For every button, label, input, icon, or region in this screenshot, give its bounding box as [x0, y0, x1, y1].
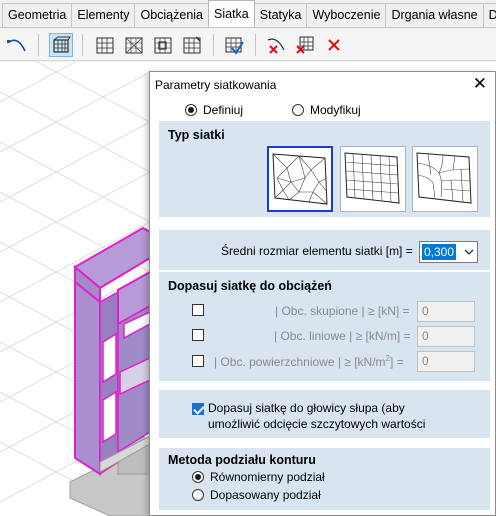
point-load-input[interactable]: 0	[417, 301, 475, 322]
column-head-label-line1: Dopasuj siatkę do głowicy słupa (aby	[208, 401, 405, 415]
radio-uniform[interactable]	[192, 471, 204, 483]
line-load-checkbox[interactable]	[192, 329, 204, 341]
delete-arc-icon[interactable]	[264, 33, 288, 57]
tab-drgania-wlasne[interactable]: Drgania własne	[385, 3, 484, 27]
tab-statyka[interactable]: Statyka	[253, 3, 308, 27]
mode-modify-option[interactable]: Modyfikuj	[292, 103, 361, 117]
mesh-type-triangular[interactable]	[267, 146, 333, 212]
area-load-checkbox[interactable]	[192, 355, 204, 367]
close-button[interactable]: ✕	[473, 74, 487, 94]
mesh-triangular-icon[interactable]	[122, 33, 146, 57]
triangular-mesh-icon	[272, 153, 328, 205]
contour-uniform-option[interactable]: Równomierny podział	[192, 470, 325, 484]
tab-geometria[interactable]: Geometria	[2, 3, 73, 27]
mesh-generate-icon[interactable]	[93, 33, 117, 57]
mesh-type-mixed[interactable]	[412, 146, 478, 212]
column-head-label-line2: umożliwić odcięcie szczytowych wartości	[208, 417, 426, 431]
mesh-refine-icon[interactable]	[151, 33, 175, 57]
ribbon-tabs: Geometria Elementy Obciążenia Siatka Sta…	[0, 0, 496, 28]
tab-siatka[interactable]: Siatka	[208, 0, 255, 27]
radio-adapted[interactable]	[192, 489, 204, 501]
mesh-check-icon[interactable]	[222, 33, 246, 57]
mode-modify-label: Modyfikuj	[310, 103, 361, 117]
element-size-label: Średni rozmiar elementu siatki [m] =	[221, 244, 413, 258]
mesh-parameters-icon[interactable]	[49, 33, 73, 57]
mesh-type-title: Typ siatki	[168, 128, 225, 142]
line-load-input[interactable]: 0	[417, 326, 475, 347]
tab-obciazenia[interactable]: Obciążenia	[134, 3, 210, 27]
quadrilateral-mesh-icon	[344, 152, 400, 204]
element-size-value: 0,300	[422, 244, 457, 260]
mode-define-option[interactable]: Definiuj	[185, 103, 243, 117]
point-load-label: | Obc. skupione | ≥ [kN] =	[275, 304, 410, 318]
contour-adapted-label: Dopasowany podział	[210, 488, 321, 502]
area-load-input[interactable]: 0	[417, 351, 475, 372]
mixed-mesh-icon	[416, 152, 472, 204]
element-size-combo[interactable]: 0,300	[419, 241, 478, 263]
delete-all-icon[interactable]	[322, 33, 346, 57]
load-fit-title: Dopasuj siatkę do obciążeń	[168, 279, 332, 293]
mode-define-label: Definiuj	[203, 103, 244, 117]
contour-method-title: Metoda podziału konturu	[168, 453, 316, 467]
dialog-title: Parametry siatkowania	[155, 78, 277, 92]
mesh-type-quadrilateral[interactable]	[340, 146, 406, 212]
mesh-edit-icon[interactable]	[180, 33, 204, 57]
radio-modify[interactable]	[292, 104, 304, 116]
point-load-checkbox[interactable]	[192, 304, 204, 316]
tab-dynamika[interactable]: Dyna	[482, 3, 496, 27]
area-load-label: | Obc. powierzchniowe | ≥ [kN/m2] =	[214, 354, 404, 369]
line-load-label: | Obc. liniowe | ≥ [kN/m] =	[274, 329, 411, 343]
contour-adapted-option[interactable]: Dopasowany podział	[192, 488, 321, 502]
radio-define[interactable]	[185, 104, 197, 116]
column-head-checkbox[interactable]	[192, 403, 204, 415]
mesh-parameters-dialog: Parametry siatkowania ✕ Definiuj Modyfik…	[149, 71, 496, 516]
tab-elementy[interactable]: Elementy	[71, 3, 136, 27]
delete-mesh-icon[interactable]	[293, 33, 317, 57]
contour-uniform-label: Równomierny podział	[210, 470, 325, 484]
tab-wyboczenie[interactable]: Wyboczenie	[306, 3, 387, 27]
chevron-down-icon	[464, 249, 474, 255]
arc-tool-icon[interactable]	[5, 33, 29, 57]
toolbar	[0, 29, 496, 61]
